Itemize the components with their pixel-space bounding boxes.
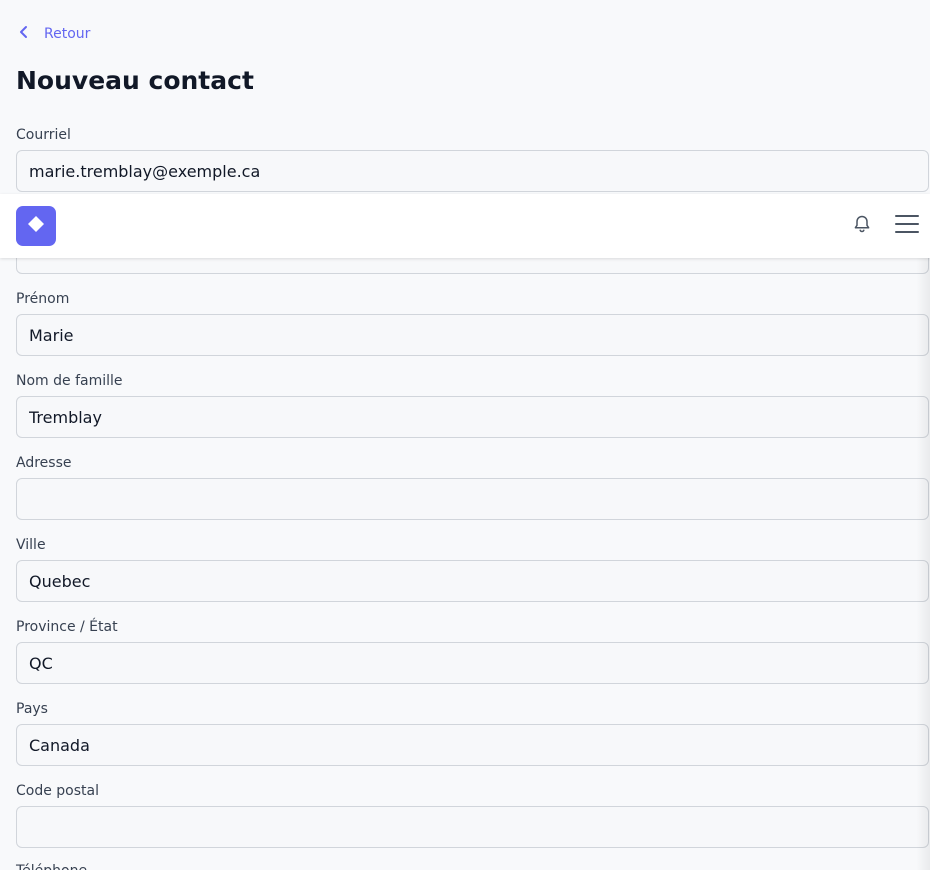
province-field-group: Province / État	[16, 618, 929, 684]
back-link[interactable]: Retour	[16, 24, 90, 44]
address-field[interactable]	[16, 478, 929, 520]
first-name-field-group: Prénom	[16, 290, 929, 356]
phone-field-group: Téléphone	[16, 862, 929, 870]
address-field-group: Adresse	[16, 454, 929, 520]
phone-label: Téléphone	[16, 862, 929, 870]
chevron-left-icon	[16, 24, 32, 44]
menu-button[interactable]	[894, 213, 920, 239]
topbar-actions	[852, 213, 920, 239]
country-field[interactable]	[16, 724, 929, 766]
page-title: Nouveau contact	[16, 66, 254, 95]
new-contact-page: Retour Nouveau contact Courriel Prénom N…	[0, 0, 930, 870]
last-name-field[interactable]	[16, 396, 929, 438]
back-label: Retour	[44, 26, 91, 42]
hamburger-menu-icon	[894, 213, 920, 239]
first-name-label: Prénom	[16, 291, 70, 307]
postal-code-label: Code postal	[16, 783, 99, 799]
province-label: Province / État	[16, 619, 118, 635]
email-field[interactable]	[16, 150, 929, 192]
city-label: Ville	[16, 537, 46, 553]
address-label: Adresse	[16, 455, 72, 471]
notifications-button[interactable]	[852, 214, 872, 238]
city-field[interactable]	[16, 560, 929, 602]
diamond-logo-icon	[27, 215, 45, 237]
country-field-group: Pays	[16, 700, 929, 766]
app-logo[interactable]	[16, 206, 56, 246]
postal-code-field-group: Code postal	[16, 782, 929, 848]
province-field[interactable]	[16, 642, 929, 684]
first-name-field[interactable]	[16, 314, 929, 356]
email-field-group: Courriel	[16, 126, 929, 192]
last-name-field-group: Nom de famille	[16, 372, 929, 438]
top-navigation-bar	[0, 194, 930, 258]
postal-code-field[interactable]	[16, 806, 929, 848]
country-label: Pays	[16, 701, 48, 717]
city-field-group: Ville	[16, 536, 929, 602]
email-label: Courriel	[16, 127, 71, 143]
last-name-label: Nom de famille	[16, 373, 123, 389]
bell-icon	[852, 214, 872, 238]
